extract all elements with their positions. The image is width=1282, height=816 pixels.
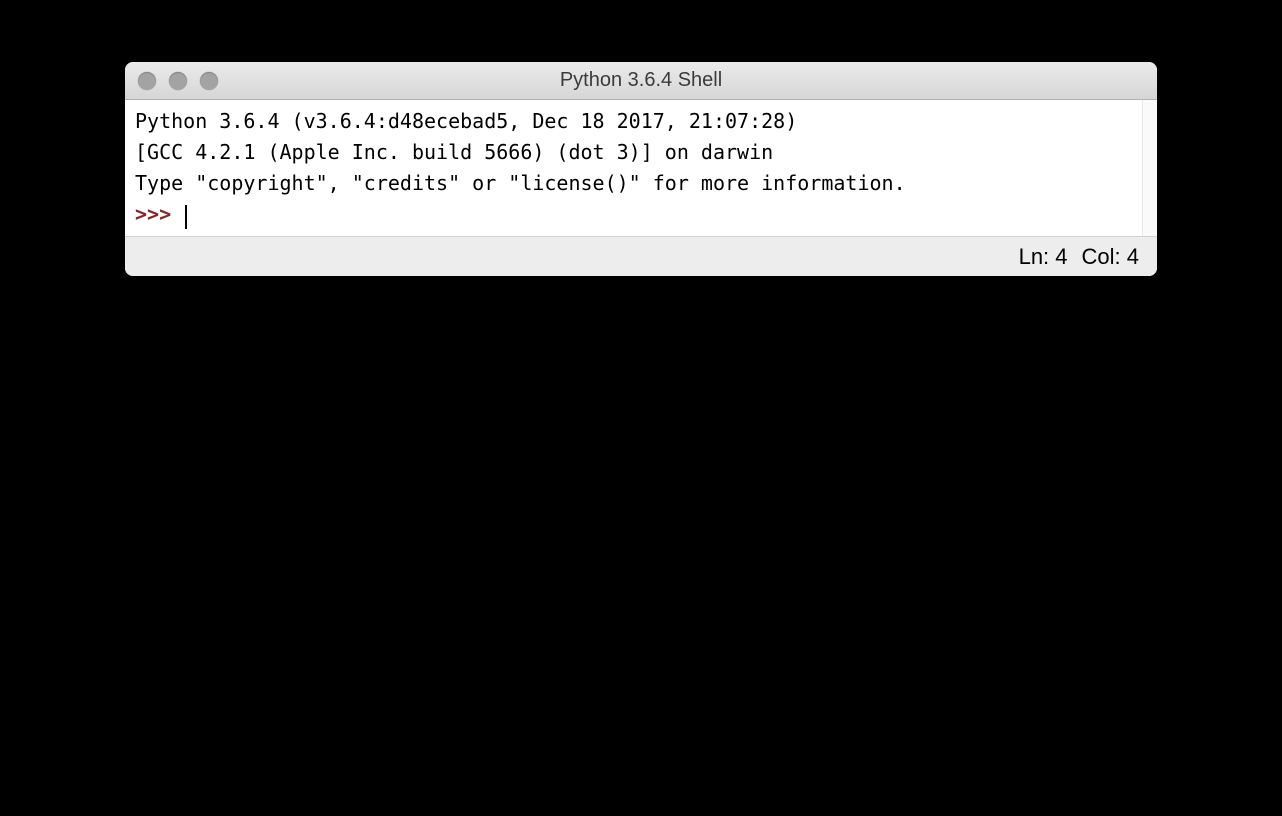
status-line-number: Ln: 4	[1019, 244, 1068, 270]
window-title: Python 3.6.4 Shell	[125, 69, 1157, 92]
traffic-lights	[125, 72, 218, 90]
vertical-scrollbar[interactable]	[1142, 100, 1157, 236]
shell-output: Python 3.6.4 (v3.6.4:d48ecebad5, Dec 18 …	[135, 106, 1147, 230]
shell-banner-line-2: [GCC 4.2.1 (Apple Inc. build 5666) (dot …	[135, 140, 773, 164]
shell-banner-line-3: Type "copyright", "credits" or "license(…	[135, 171, 906, 195]
text-cursor	[185, 205, 187, 229]
close-button[interactable]	[138, 72, 156, 90]
zoom-button[interactable]	[200, 72, 218, 90]
python-shell-window: Python 3.6.4 Shell Python 3.6.4 (v3.6.4:…	[125, 62, 1157, 276]
titlebar[interactable]: Python 3.6.4 Shell	[125, 62, 1157, 100]
statusbar: Ln: 4 Col: 4	[125, 236, 1157, 276]
shell-prompt: >>>	[135, 202, 183, 226]
shell-banner-line-1: Python 3.6.4 (v3.6.4:d48ecebad5, Dec 18 …	[135, 109, 809, 133]
minimize-button[interactable]	[169, 72, 187, 90]
status-column-number: Col: 4	[1082, 244, 1139, 270]
shell-content-area[interactable]: Python 3.6.4 (v3.6.4:d48ecebad5, Dec 18 …	[125, 100, 1157, 236]
